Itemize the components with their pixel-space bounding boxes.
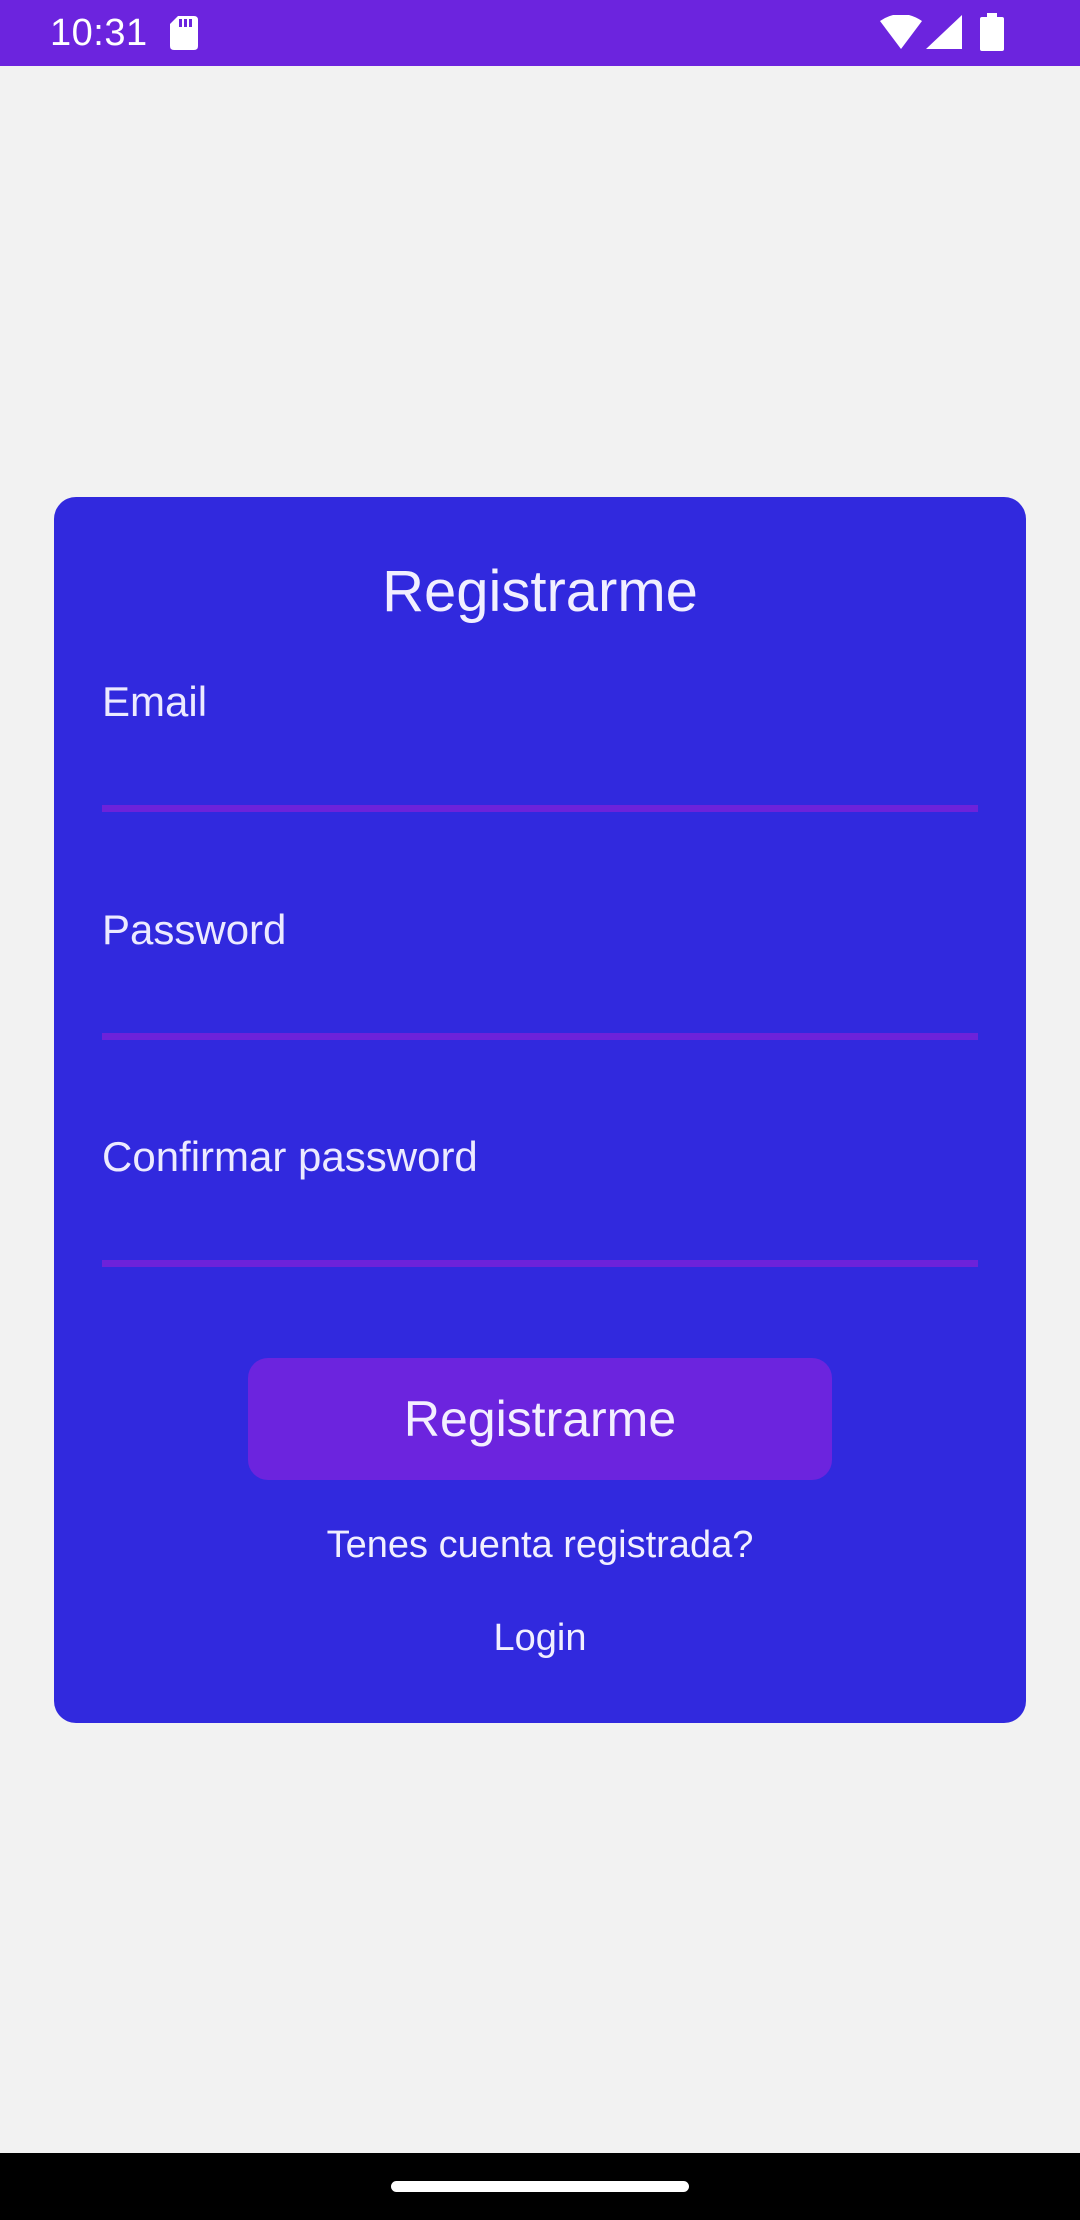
wifi-icon [880, 15, 922, 49]
password-field[interactable]: Password [102, 905, 978, 1065]
confirm-password-label: Confirmar password [102, 1133, 478, 1180]
have-account-text: Tenes cuenta registrada? [326, 1524, 754, 1566]
status-bar: 10:31 [0, 0, 1080, 66]
confirm-password-underline [102, 1260, 978, 1267]
password-underline [102, 1033, 978, 1040]
email-input[interactable] [102, 737, 978, 793]
login-link[interactable]: Login [440, 1613, 640, 1663]
register-card: Registrarme Email Password Confirmar pas… [54, 497, 1026, 1723]
confirm-password-field[interactable]: Confirmar password [102, 1132, 978, 1292]
status-time: 10:31 [50, 12, 148, 54]
register-button[interactable]: Registrarme [248, 1358, 832, 1480]
page-title: Registrarme [382, 559, 698, 624]
password-input[interactable] [102, 965, 978, 1021]
navigation-bar [0, 2153, 1080, 2220]
password-label: Password [102, 906, 287, 953]
email-field[interactable]: Email [102, 677, 978, 837]
battery-icon [980, 13, 1004, 51]
sd-card-icon [170, 16, 198, 50]
email-label: Email [102, 678, 208, 725]
cell-signal-icon [926, 15, 962, 49]
confirm-password-input[interactable] [102, 1192, 978, 1248]
home-handle[interactable] [391, 2181, 689, 2192]
email-underline [102, 805, 978, 812]
